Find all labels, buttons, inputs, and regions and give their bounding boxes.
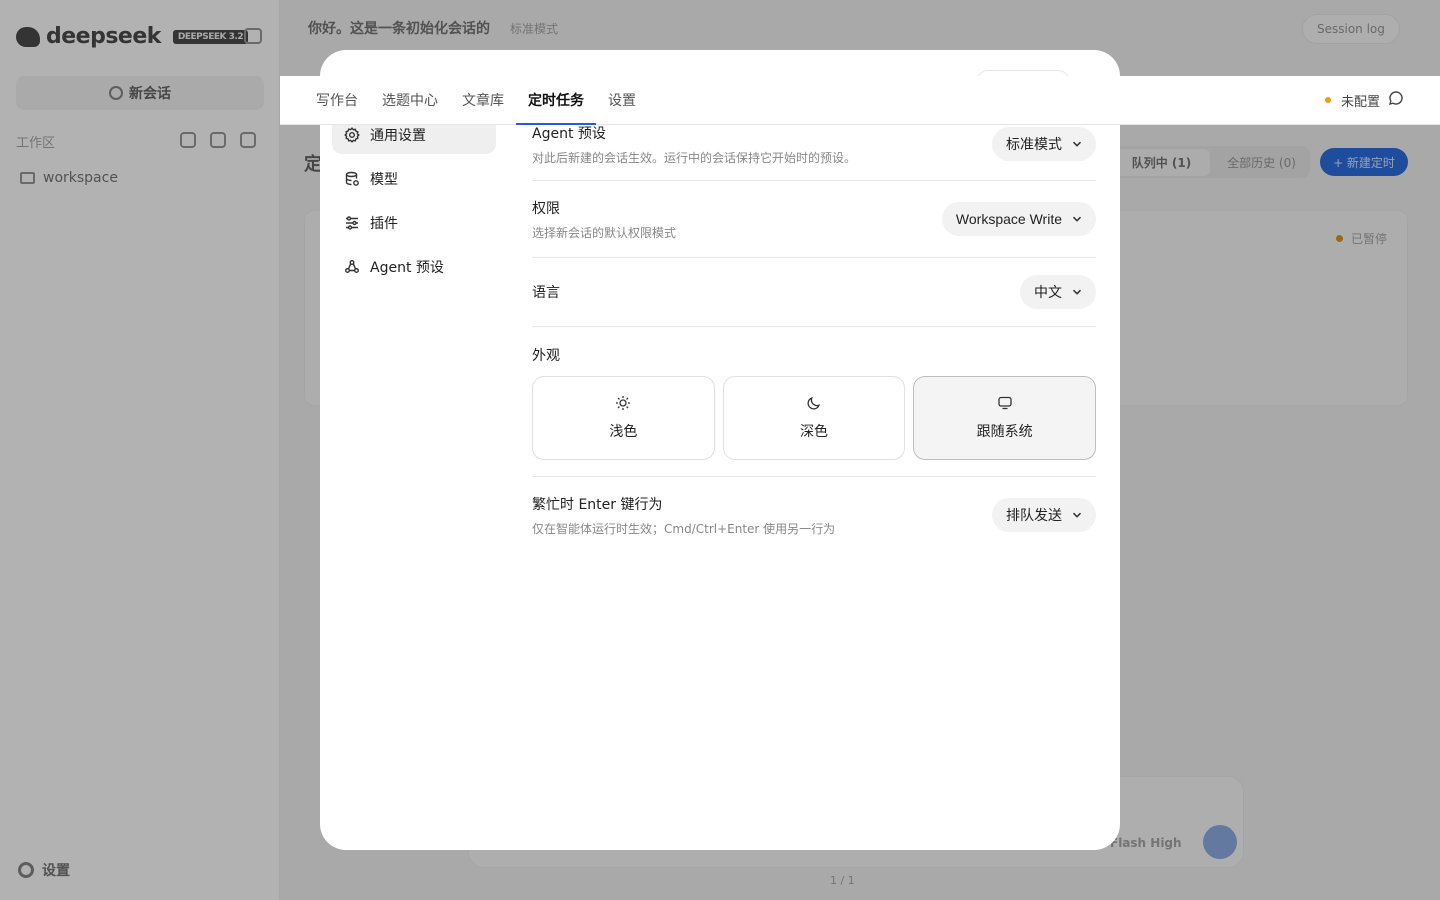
top-tab-bar: 写作台 选题中心 文章库 定时任务 设置 未配置	[280, 76, 1440, 125]
settings-nav: 通用设置 模型 插件 Agent 预设	[332, 116, 496, 292]
permission-select[interactable]: Workspace Write	[941, 202, 1096, 236]
nav-label-model: 模型	[370, 172, 398, 188]
nav-label-agent-preset: Agent 预设	[370, 260, 444, 276]
settings-content: Agent 预设 对此后新建的会话生效。运行中的会话保持它开始时的预设。 标准模…	[532, 120, 1097, 553]
config-status[interactable]: 未配置	[1324, 90, 1404, 110]
agent-preset-title: Agent 预设	[532, 125, 606, 142]
theme-options: 浅色 深色 跟随系统	[532, 376, 1097, 460]
database-icon	[344, 171, 360, 187]
chevron-down-icon	[1072, 139, 1082, 149]
appearance-title: 外观	[532, 348, 560, 364]
sliders-icon	[344, 215, 360, 231]
settings-modal: 通用设置 模型 插件 Agent 预设 Agent 预设 对此后新建的会话生效。…	[320, 50, 1120, 850]
nav-item-model[interactable]: 模型	[332, 160, 496, 198]
theme-label-dark: 深色	[800, 424, 828, 440]
agent-preset-value: 标准模式	[1006, 136, 1062, 152]
tab-writing[interactable]: 写作台	[304, 76, 370, 125]
chevron-down-icon	[1072, 287, 1082, 297]
theme-label-system: 跟随系统	[976, 424, 1033, 440]
setting-appearance: 外观 浅色 深色 跟随系统	[532, 327, 1097, 477]
gear-icon	[344, 127, 360, 143]
moon-icon	[806, 395, 822, 415]
busy-enter-title: 繁忙时 Enter 键行为	[532, 496, 663, 513]
nav-label-general: 通用设置	[370, 128, 426, 144]
theme-option-light[interactable]: 浅色	[532, 376, 715, 460]
main-tabs: 写作台 选题中心 文章库 定时任务 设置	[304, 76, 648, 125]
nav-item-plugins[interactable]: 插件	[332, 204, 496, 242]
busy-enter-value: 排队发送	[1006, 507, 1062, 523]
monitor-icon	[997, 395, 1013, 415]
permission-title: 权限	[532, 200, 560, 217]
sun-icon	[615, 395, 631, 415]
chevron-down-icon	[1072, 510, 1082, 520]
theme-option-system[interactable]: 跟随系统	[913, 376, 1097, 460]
status-dot	[1324, 97, 1331, 103]
language-value: 中文	[1034, 284, 1062, 300]
config-status-label: 未配置	[1340, 94, 1380, 110]
recycle-icon	[344, 259, 360, 275]
language-title: 语言	[532, 285, 560, 301]
setting-busy-enter: 繁忙时 Enter 键行为 仅在智能体运行时生效；Cmd/Ctrl+Enter …	[532, 477, 1096, 553]
setting-agent-preset: Agent 预设 对此后新建的会话生效。运行中的会话保持它开始时的预设。 标准模…	[532, 120, 1096, 181]
theme-label-light: 浅色	[609, 424, 638, 440]
tab-scheduled-tasks[interactable]: 定时任务	[516, 76, 596, 125]
busy-enter-select[interactable]: 排队发送	[992, 498, 1096, 532]
theme-option-dark[interactable]: 深色	[722, 376, 906, 460]
chevron-down-icon	[1072, 214, 1082, 224]
setting-language: 语言 中文	[532, 258, 1096, 327]
permission-value: Workspace Write	[955, 211, 1062, 227]
setting-permission: 权限 选择新会话的默认权限模式 Workspace Write	[532, 181, 1096, 258]
chat-bubble-icon[interactable]	[1388, 90, 1404, 110]
nav-label-plugins: 插件	[370, 216, 398, 232]
agent-preset-desc: 对此后新建的会话生效。运行中的会话保持它开始时的预设。	[532, 150, 857, 165]
tab-settings[interactable]: 设置	[596, 76, 648, 125]
tab-articles[interactable]: 文章库	[450, 76, 516, 125]
tab-topics[interactable]: 选题中心	[370, 76, 450, 125]
busy-enter-desc: 仅在智能体运行时生效；Cmd/Ctrl+Enter 使用另一行为	[532, 521, 836, 536]
language-select[interactable]: 中文	[1020, 275, 1096, 309]
nav-item-agent-preset[interactable]: Agent 预设	[332, 248, 496, 286]
agent-preset-select[interactable]: 标准模式	[992, 127, 1096, 161]
permission-desc: 选择新会话的默认权限模式	[532, 225, 677, 240]
